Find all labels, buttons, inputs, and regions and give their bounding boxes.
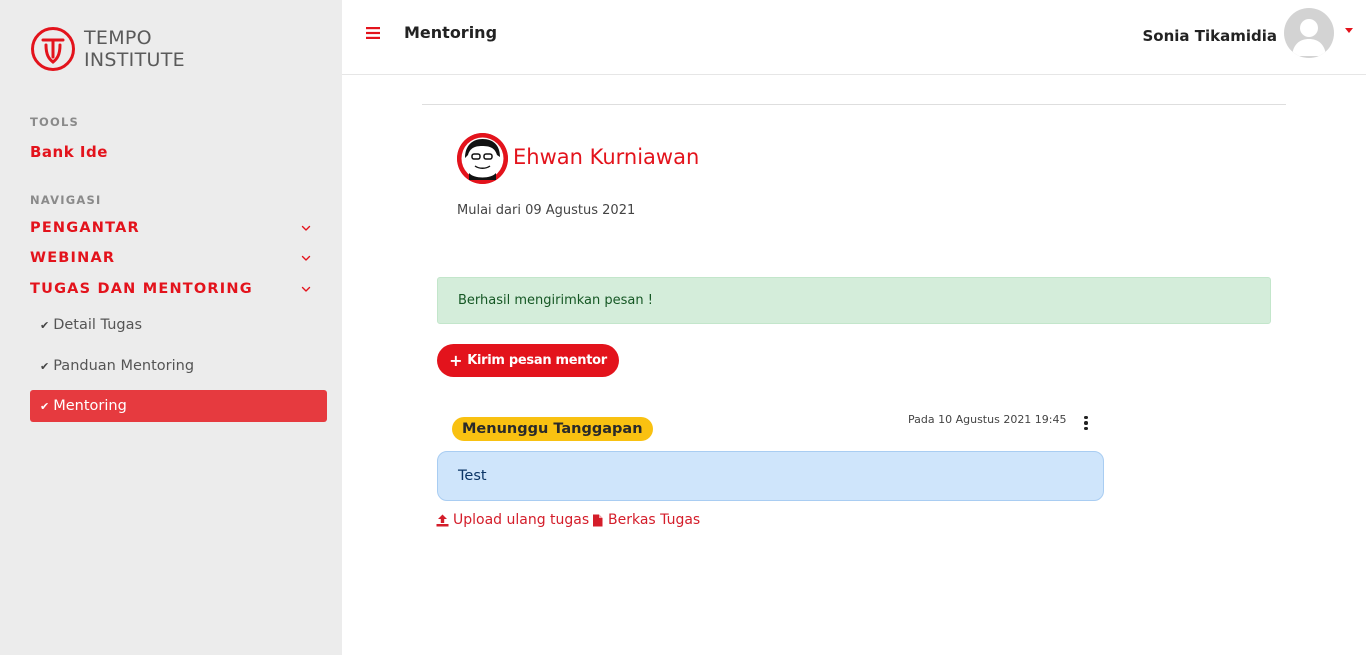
sidebar: TEMPO INSTITUTE TOOLS Bank Ide NAVIGASI …: [0, 0, 342, 655]
send-mentor-message-button[interactable]: + Kirim pesan mentor: [437, 344, 619, 377]
plus-icon: +: [449, 350, 463, 370]
brand-line-2: INSTITUTE: [84, 49, 185, 71]
mentor-start-date: Mulai dari 09 Agustus 2021: [457, 203, 636, 218]
mentor-name: Ehwan Kurniawan: [513, 145, 700, 169]
user-avatar[interactable]: [1284, 8, 1334, 58]
brand-logo[interactable]: TEMPO INSTITUTE: [30, 26, 185, 72]
chevron-down-icon: [301, 255, 311, 261]
content-divider: [422, 104, 1286, 105]
sidebar-subitem-panduan-mentoring[interactable]: ✔ Panduan Mentoring: [30, 350, 327, 382]
success-alert: Berhasil mengirimkan pesan !: [437, 277, 1271, 324]
sidebar-item-label: TUGAS DAN MENTORING: [30, 281, 253, 297]
send-mentor-message-label: Kirim pesan mentor: [467, 353, 607, 368]
default-user-icon: [1292, 19, 1326, 56]
sidebar-item-pengantar[interactable]: PENGANTAR: [30, 220, 312, 236]
chevron-down-icon: [301, 286, 311, 292]
top-bar: Mentoring Sonia Tikamidia: [342, 0, 1366, 75]
navigation-section-label: NAVIGASI: [30, 193, 102, 207]
message-text: Test: [458, 468, 487, 484]
app-root: TEMPO INSTITUTE TOOLS Bank Ide NAVIGASI …: [0, 0, 1366, 655]
check-icon: ✔: [40, 318, 50, 332]
user-menu-caret-icon[interactable]: [1345, 28, 1353, 33]
upload-icon: [436, 514, 449, 526]
file-icon: [593, 514, 603, 526]
hamburger-menu-icon[interactable]: [366, 27, 380, 39]
success-alert-text: Berhasil mengirimkan pesan !: [458, 293, 653, 308]
mentor-avatar: [457, 133, 508, 184]
task-files-label: Berkas Tugas: [608, 512, 701, 528]
sidebar-item-tugas-dan-mentoring[interactable]: TUGAS DAN MENTORING: [30, 281, 312, 297]
sidebar-subitem-label: Mentoring: [53, 398, 127, 414]
message-bubble: Test: [437, 451, 1104, 501]
chevron-down-icon: [301, 225, 311, 231]
mentor-portrait-icon: [457, 133, 508, 184]
sidebar-item-webinar[interactable]: WEBINAR: [30, 250, 312, 266]
user-name[interactable]: Sonia Tikamidia: [1142, 27, 1277, 45]
status-badge: Menunggu Tanggapan: [452, 417, 653, 441]
page-title: Mentoring: [404, 23, 498, 42]
tools-section-label: TOOLS: [30, 115, 80, 129]
sidebar-subitem-label: Detail Tugas: [53, 317, 143, 333]
tempo-logo-icon: [31, 27, 75, 71]
task-files-link[interactable]: Berkas Tugas: [591, 512, 700, 528]
brand-line-1: TEMPO: [84, 27, 152, 49]
more-options-icon[interactable]: [1079, 414, 1093, 432]
sidebar-subitem-detail-tugas[interactable]: ✔ Detail Tugas: [30, 309, 327, 341]
check-icon: ✔: [40, 399, 50, 413]
sidebar-item-label: PENGANTAR: [30, 220, 140, 236]
sidebar-subitem-label: Panduan Mentoring: [53, 358, 195, 374]
sidebar-subitem-mentoring[interactable]: ✔ Mentoring: [30, 390, 327, 422]
brand-wordmark: TEMPO INSTITUTE: [84, 27, 185, 71]
sidebar-item-label: WEBINAR: [30, 250, 116, 266]
message-timestamp: Pada 10 Agustus 2021 19:45: [908, 413, 1067, 426]
reupload-task-label: Upload ulang tugas: [453, 512, 590, 528]
reupload-task-link[interactable]: Upload ulang tugas: [436, 512, 589, 528]
check-icon: ✔: [40, 359, 50, 373]
sidebar-item-bank-ide[interactable]: Bank Ide: [30, 143, 108, 161]
